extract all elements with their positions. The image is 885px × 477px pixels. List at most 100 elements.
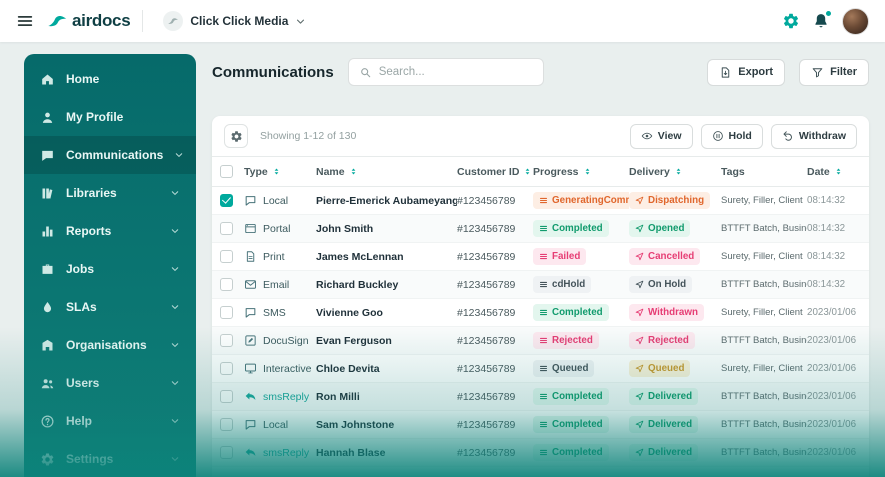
table-row[interactable]: LocalSam Johnstone#123456789CompletedDel… — [212, 411, 869, 439]
column-label: Date — [807, 166, 830, 178]
org-bird-icon — [167, 15, 179, 27]
window-icon — [244, 222, 257, 235]
table-row[interactable]: PrintJames McLennan#123456789FailedCance… — [212, 243, 869, 271]
sidebar-item-label: Communications — [66, 148, 163, 162]
libraries-icon — [40, 186, 55, 201]
type-label: Interactive — [263, 363, 311, 375]
column-header-tags[interactable]: Tags — [721, 166, 807, 178]
column-label: Type — [244, 166, 268, 178]
customer-id-cell: #123456789 — [457, 391, 533, 403]
progress-badge: Failed — [533, 248, 586, 265]
row-checkbox[interactable] — [220, 194, 233, 207]
menu-icon[interactable] — [16, 12, 34, 30]
table-row[interactable]: EmailRichard Buckley#123456789cdHoldOn H… — [212, 271, 869, 299]
settings-gear-icon[interactable] — [782, 12, 800, 30]
list-icon — [539, 196, 548, 205]
customer-id-cell: #123456789 — [457, 363, 533, 375]
view-icon — [641, 130, 653, 142]
select-all-checkbox[interactable] — [220, 165, 233, 178]
envelope-icon — [244, 278, 257, 291]
progress-badge: Rejected — [533, 332, 599, 349]
list-icon — [539, 364, 548, 373]
row-checkbox[interactable] — [220, 222, 233, 235]
send-icon — [635, 308, 644, 317]
sidebar-item-settings[interactable]: Settings — [24, 440, 196, 477]
column-header-date[interactable]: Date — [807, 166, 859, 178]
table-row[interactable]: PortalJohn Smith#123456789CompletedOpene… — [212, 215, 869, 243]
delivery-badge: Rejected — [629, 332, 695, 349]
column-header-customer-id[interactable]: Customer ID — [457, 166, 533, 178]
view-button[interactable]: View — [630, 124, 693, 149]
row-checkbox[interactable] — [220, 390, 233, 403]
type-cell: Email — [244, 278, 316, 291]
delivery-badge: Cancelled — [629, 248, 700, 265]
row-checkbox[interactable] — [220, 446, 233, 459]
sidebar-item-home[interactable]: Home — [24, 60, 196, 98]
list-icon — [539, 224, 548, 233]
column-header-progress[interactable]: Progress — [533, 166, 629, 178]
sidebar-item-label: Help — [66, 414, 92, 428]
column-header-type[interactable]: Type — [244, 166, 316, 178]
filter-button[interactable]: Filter — [799, 59, 869, 86]
tags-cell: BTTFT Batch, Business, — [721, 391, 807, 402]
export-button[interactable]: Export — [707, 59, 785, 86]
row-checkbox[interactable] — [220, 334, 233, 347]
chevron-down-icon — [170, 340, 180, 350]
list-icon — [539, 252, 548, 261]
progress-cell: Completed — [533, 444, 629, 461]
table-row[interactable]: smsReplyRon Milli#123456789CompletedDeli… — [212, 383, 869, 411]
sidebar-item-slas[interactable]: SLAs — [24, 288, 196, 326]
sidebar-item-communications[interactable]: Communications — [24, 136, 196, 174]
type-label: Email — [263, 279, 289, 291]
sidebar-item-organisations[interactable]: Organisations — [24, 326, 196, 364]
chevron-down-icon — [170, 378, 180, 388]
notifications-bell-icon[interactable] — [812, 12, 830, 30]
jobs-icon — [40, 262, 55, 277]
sidebar-item-help[interactable]: Help — [24, 402, 196, 440]
list-icon — [539, 392, 548, 401]
user-avatar[interactable] — [842, 8, 869, 35]
row-checkbox[interactable] — [220, 250, 233, 263]
row-checkbox[interactable] — [220, 278, 233, 291]
chevron-down-icon — [170, 264, 180, 274]
row-checkbox[interactable] — [220, 362, 233, 375]
org-selector[interactable]: Click Click Media — [155, 7, 314, 35]
sidebar-item-libraries[interactable]: Libraries — [24, 174, 196, 212]
hold-icon — [712, 130, 724, 142]
progress-badge: Completed — [533, 220, 609, 237]
delivery-cell: Rejected — [629, 332, 721, 349]
pen-icon — [244, 334, 257, 347]
sidebar-item-my-profile[interactable]: My Profile — [24, 98, 196, 136]
withdraw-button[interactable]: Withdraw — [771, 124, 857, 149]
progress-cell: Completed — [533, 220, 629, 237]
organisations-icon — [40, 338, 55, 353]
table-row[interactable]: SMSVivienne Goo#123456789CompletedWithdr… — [212, 299, 869, 327]
chevron-down-icon — [295, 16, 306, 27]
customer-id-cell: #123456789 — [457, 251, 533, 263]
table-row[interactable]: smsReplyHannah Blase#123456789CompletedD… — [212, 439, 869, 467]
logo-text: airdocs — [72, 11, 130, 31]
sidebar-item-reports[interactable]: Reports — [24, 212, 196, 250]
search-input[interactable] — [379, 66, 533, 78]
tags-cell: Surety, Filler, Client — [721, 363, 807, 374]
column-header-delivery[interactable]: Delivery — [629, 166, 721, 178]
slas-icon — [40, 300, 55, 315]
type-cell: smsReply — [244, 446, 316, 459]
table-row[interactable]: LocalPierre-Emerick Aubameyang#123456789… — [212, 187, 869, 215]
row-checkbox[interactable] — [220, 418, 233, 431]
chevron-down-icon — [170, 416, 180, 426]
date-cell: 2023/01/06 — [807, 363, 859, 374]
sidebar-item-jobs[interactable]: Jobs — [24, 250, 196, 288]
hold-button[interactable]: Hold — [701, 124, 763, 149]
type-cell: smsReply — [244, 390, 316, 403]
table-row[interactable]: InteractiveChloe Devita#123456789QueuedQ… — [212, 355, 869, 383]
table-row[interactable]: DocuSignEvan Ferguson#123456789RejectedR… — [212, 327, 869, 355]
column-header-name[interactable]: Name — [316, 166, 457, 178]
sort-icon — [583, 166, 592, 177]
date-cell: 2023/01/06 — [807, 391, 859, 402]
row-checkbox[interactable] — [220, 306, 233, 319]
table-settings-button[interactable] — [224, 124, 248, 148]
sidebar-item-users[interactable]: Users — [24, 364, 196, 402]
progress-badge: Completed — [533, 304, 609, 321]
type-label: Print — [263, 251, 285, 263]
